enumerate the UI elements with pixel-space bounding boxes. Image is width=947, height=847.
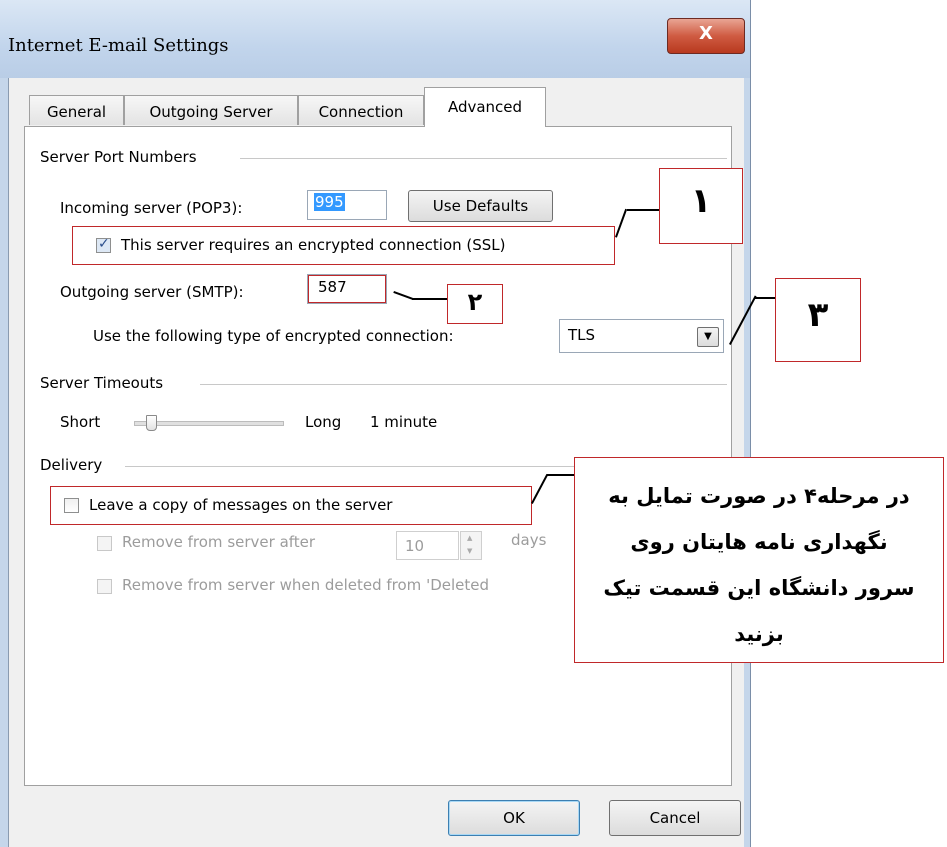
remove-deleted-checkbox[interactable] (97, 579, 112, 594)
server-port-numbers-heading: Server Port Numbers (40, 148, 203, 166)
callout-step-1: ۱ (659, 168, 743, 244)
callout-step-2: ۲ (447, 284, 503, 324)
timeout-short-label: Short (60, 413, 101, 431)
callout-step-3: ۳ (775, 278, 861, 362)
callout-4-line: سرور دانشگاه این قسمت تیک (603, 576, 915, 600)
highlight-box-ssl (72, 226, 615, 265)
close-icon: X (699, 23, 713, 44)
group-divider (200, 384, 727, 385)
callout-4-line: بزنید (734, 622, 784, 646)
ok-button[interactable]: OK (448, 800, 580, 836)
server-timeouts-heading: Server Timeouts (40, 374, 170, 392)
close-button[interactable]: X (667, 18, 745, 54)
chevron-down-icon[interactable]: ▼ (697, 327, 719, 347)
callout-4-line: نگهداری نامه هایتان روی (630, 530, 888, 554)
spin-up-icon[interactable]: ▲ (467, 534, 472, 542)
remove-after-label: Remove from server after (122, 533, 316, 551)
cancel-button[interactable]: Cancel (609, 800, 741, 836)
spin-down-icon[interactable]: ▼ (467, 547, 472, 555)
use-defaults-button[interactable]: Use Defaults (408, 190, 553, 222)
tab-general[interactable]: General (29, 95, 124, 125)
tab-advanced[interactable]: Advanced (424, 87, 546, 127)
encryption-type-value: TLS (568, 326, 596, 344)
incoming-server-label: Incoming server (POP3): (60, 199, 243, 217)
tab-connection[interactable]: Connection (298, 95, 424, 125)
advanced-tab-panel (24, 126, 732, 786)
timeout-slider-thumb[interactable] (146, 415, 157, 431)
window-title: Internet E-mail Settings (8, 35, 229, 56)
remove-after-days-input[interactable]: 10 (396, 531, 459, 560)
delivery-heading: Delivery (40, 456, 109, 474)
callout-step-4: در مرحله۴ در صورت تمایل به نگهداری نامه … (574, 457, 944, 663)
highlight-box-leave-copy (50, 486, 532, 525)
days-spinner[interactable]: ▲ ▼ (460, 531, 482, 560)
timeout-value-label: 1 minute (370, 413, 438, 431)
incoming-port-input[interactable]: 995 (307, 190, 387, 220)
incoming-port-value: 995 (314, 193, 345, 211)
outgoing-server-label: Outgoing server (SMTP): (60, 283, 244, 301)
remove-after-checkbox[interactable] (97, 536, 112, 551)
callout-4-line: در مرحله۴ در صورت تمایل به (608, 484, 910, 508)
highlight-box-smtp (308, 275, 386, 303)
encryption-type-label: Use the following type of encrypted conn… (93, 327, 454, 345)
callout-leader-line (412, 298, 447, 300)
remove-deleted-label: Remove from server when deleted from 'De… (122, 576, 489, 594)
callout-leader-line (755, 297, 775, 299)
callout-leader-line (547, 474, 574, 476)
callout-leader-line (627, 209, 659, 211)
timeout-long-label: Long (305, 413, 342, 431)
days-label: days (511, 531, 547, 549)
tab-outgoing-server[interactable]: Outgoing Server (124, 95, 298, 125)
group-divider (125, 466, 575, 467)
group-divider (240, 158, 727, 159)
